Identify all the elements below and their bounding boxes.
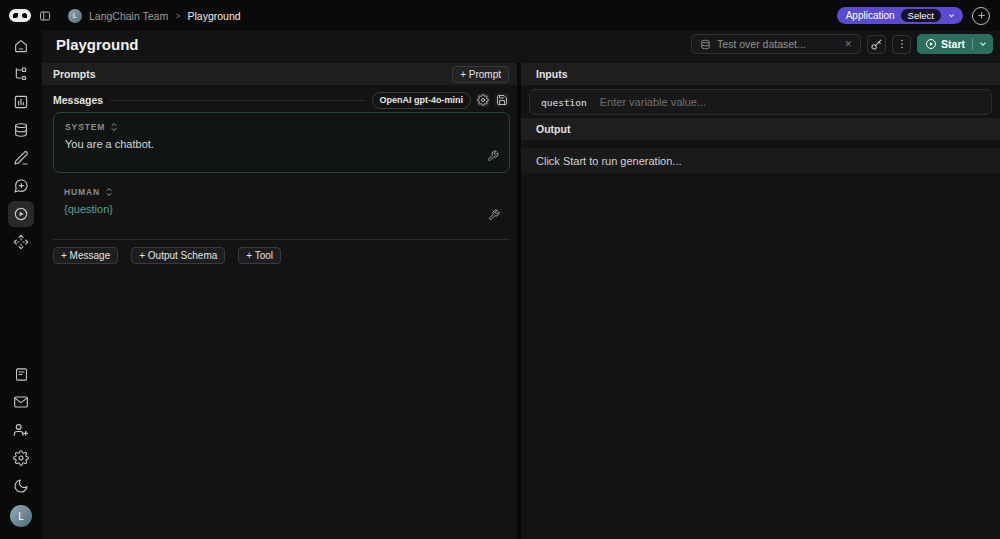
docs-file-icon[interactable]: [8, 361, 34, 387]
divider: [53, 239, 510, 240]
human-message-text[interactable]: {question}: [64, 203, 499, 215]
messages-divider: [110, 100, 364, 101]
application-label: Application: [846, 10, 895, 21]
messages-label: Messages: [53, 94, 103, 106]
add-tool-button[interactable]: + Tool: [238, 247, 281, 264]
prompt-canvas-wrench-icon[interactable]: [485, 206, 503, 224]
prompt-panel: Prompts + Prompt Messages OpenAI gpt-4o-…: [42, 63, 521, 539]
save-prompt-icon[interactable]: [495, 93, 509, 107]
settings-gear-icon[interactable]: [8, 445, 34, 471]
page-title: Playground: [56, 36, 139, 53]
api-key-button[interactable]: [867, 35, 886, 54]
start-label: Start: [941, 38, 965, 50]
human-message[interactable]: HUMAN {question}: [53, 181, 510, 231]
output-empty-message: Click Start to run generation...: [521, 148, 1000, 173]
user-avatar[interactable]: L: [10, 505, 32, 527]
dataset-icon: [700, 39, 711, 50]
dashboard-icon[interactable]: [8, 89, 34, 115]
langsmith-logo-icon[interactable]: [9, 9, 31, 22]
dark-mode-moon-icon[interactable]: [8, 473, 34, 499]
prompt-canvas-wrench-icon[interactable]: [484, 147, 502, 165]
home-icon[interactable]: [8, 33, 34, 59]
role-toggle-icon[interactable]: [105, 187, 113, 197]
prompts-pencil-icon[interactable]: [8, 145, 34, 171]
add-prompt-button[interactable]: + Prompt: [452, 66, 509, 83]
topbar: L LangChain Team > Playground Applicatio…: [0, 0, 1000, 31]
breadcrumb-page[interactable]: Playground: [187, 10, 240, 22]
system-message[interactable]: SYSTEM You are a chatbot.: [53, 112, 510, 173]
run-panel: Inputs question Enter variable value... …: [521, 63, 1000, 539]
add-button[interactable]: [972, 7, 990, 25]
application-value[interactable]: Select: [901, 9, 941, 22]
datasets-icon[interactable]: [8, 117, 34, 143]
variable-input-row[interactable]: question Enter variable value...: [529, 89, 992, 115]
model-settings-gear-icon[interactable]: [476, 93, 490, 107]
variable-value-input[interactable]: Enter variable value...: [600, 96, 706, 108]
invite-user-icon[interactable]: [8, 417, 34, 443]
application-select[interactable]: Application Select: [837, 7, 963, 24]
dataset-placeholder: Test over dataset...: [717, 38, 806, 50]
playground-play-icon[interactable]: [8, 201, 34, 227]
add-output-schema-button[interactable]: + Output Schema: [131, 247, 225, 264]
deployments-move-icon[interactable]: [8, 229, 34, 255]
prompts-header: Prompts + Prompt: [42, 63, 517, 85]
role-toggle-icon[interactable]: [110, 122, 118, 132]
breadcrumb-separator: >: [175, 11, 180, 21]
variable-name: question: [541, 97, 587, 108]
start-dropdown[interactable]: [973, 39, 993, 49]
model-select-button[interactable]: OpenAI gpt-4o-mini: [372, 92, 472, 109]
system-role-label[interactable]: SYSTEM: [65, 122, 105, 132]
prompts-header-label: Prompts: [53, 68, 96, 80]
sidebar-toggle-icon[interactable]: [39, 10, 51, 22]
inputs-header-label: Inputs: [536, 68, 568, 80]
test-over-dataset-input[interactable]: Test over dataset... ✕: [691, 34, 861, 54]
breadcrumb: L LangChain Team > Playground: [68, 9, 241, 23]
output-header: Output: [521, 118, 1000, 140]
chevron-down-icon: [947, 11, 956, 20]
breadcrumb-team[interactable]: LangChain Team: [89, 10, 168, 22]
clear-dataset-icon[interactable]: ✕: [845, 39, 853, 49]
trace-tree-icon[interactable]: [8, 61, 34, 87]
add-message-button[interactable]: + Message: [53, 247, 118, 264]
system-message-text[interactable]: You are a chatbot.: [65, 138, 498, 150]
inputs-header: Inputs: [521, 63, 1000, 85]
human-role-label[interactable]: HUMAN: [64, 187, 100, 197]
output-header-label: Output: [536, 123, 570, 135]
more-options-button[interactable]: [892, 35, 911, 54]
play-icon: [925, 38, 937, 50]
team-avatar[interactable]: L: [68, 9, 82, 23]
annotation-chat-icon[interactable]: [8, 173, 34, 199]
main-content: Playground Test over dataset... ✕ Start: [42, 31, 1000, 539]
left-rail: L: [0, 31, 42, 539]
start-button[interactable]: Start: [917, 34, 993, 54]
mail-icon[interactable]: [8, 389, 34, 415]
